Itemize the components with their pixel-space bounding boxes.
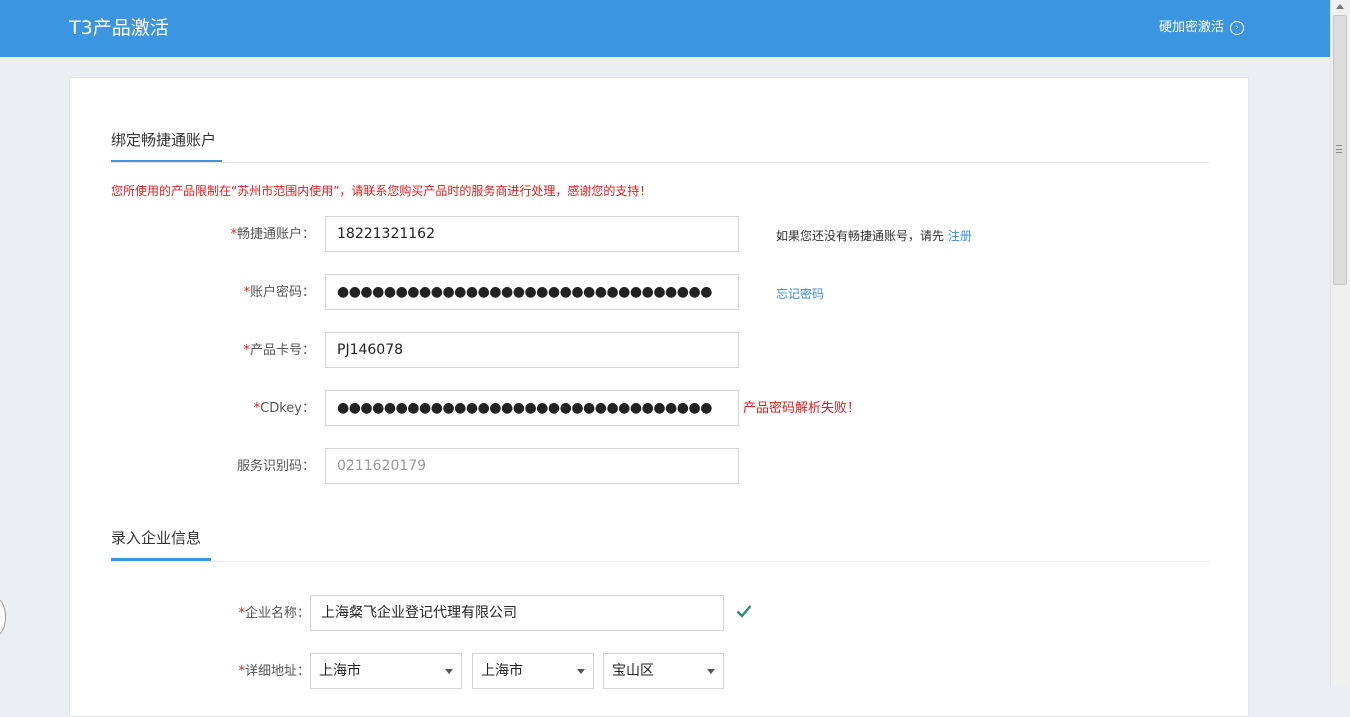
cdkey-input[interactable]: ●●●●●●●●●●●●●●●●●●●●●●●●●●●●●●●● (325, 390, 739, 426)
hardware-activation-link[interactable]: 硬加密激活 › (1159, 18, 1245, 38)
chevron-down-icon (707, 669, 715, 674)
cdkey-error-message: 产品密码解析失败！ (743, 401, 861, 416)
section-divider (111, 561, 1209, 562)
district-select[interactable]: 宝山区 (603, 653, 724, 689)
chevron-down-icon (577, 669, 585, 674)
region-restriction-notice: 您所使用的产品限制在“苏州市范围内使用”，请联系您购买产品时的服务商进行处理，感… (111, 184, 652, 198)
section-title-company-info: 录入企业信息 (111, 529, 202, 547)
section-title-bind-account: 绑定畅捷通账户 (111, 131, 217, 149)
district-selected-value: 宝山区 (612, 663, 654, 679)
activation-panel: 绑定畅捷通账户 您所使用的产品限制在“苏州市范围内使用”，请联系您购买产品时的服… (69, 77, 1249, 717)
vertical-scrollbar[interactable] (1330, 0, 1350, 687)
company-name-input[interactable]: 上海粲飞企业登记代理有限公司 (310, 595, 724, 631)
city-selected-value: 上海市 (481, 663, 523, 679)
service-code-label: 服务识别码： (236, 459, 315, 474)
forgot-password-link[interactable]: 忘记密码 (776, 285, 824, 303)
city-select[interactable]: 上海市 (472, 653, 594, 689)
chevron-down-icon (445, 669, 453, 674)
chevron-right-circle-icon: › (1230, 21, 1245, 35)
app-title: T3产品激活 (69, 17, 169, 39)
hardware-activation-label: 硬加密激活 (1159, 20, 1225, 35)
card-number-input[interactable]: PJ146078 (325, 332, 739, 368)
top-bar: T3产品激活 硬加密激活 › (0, 0, 1331, 57)
section-divider (111, 162, 1209, 163)
account-label: *畅捷通账户： (230, 227, 315, 242)
check-icon (736, 605, 752, 618)
password-label: *账户密码： (243, 285, 315, 300)
province-select[interactable]: 上海市 (310, 653, 462, 689)
scrollbar-grip-icon (1336, 145, 1342, 153)
company-name-label: *企业名称： (238, 606, 310, 621)
side-drawer-handle[interactable] (0, 598, 6, 636)
scroll-up-arrow-icon[interactable] (1336, 4, 1344, 9)
card-number-label: *产品卡号： (243, 343, 315, 358)
register-link[interactable]: 注册 (948, 229, 972, 243)
account-input[interactable]: 18221321162 (325, 216, 739, 252)
service-code-input: 0211620179 (325, 448, 739, 484)
register-hint: 如果您还没有畅捷通账号，请先 注册 (776, 229, 972, 243)
address-label: *详细地址： (238, 664, 310, 679)
province-selected-value: 上海市 (319, 663, 361, 679)
password-input[interactable]: ●●●●●●●●●●●●●●●●●●●●●●●●●●●●●●●● (325, 274, 739, 310)
cdkey-label: *CDkey： (253, 401, 315, 416)
